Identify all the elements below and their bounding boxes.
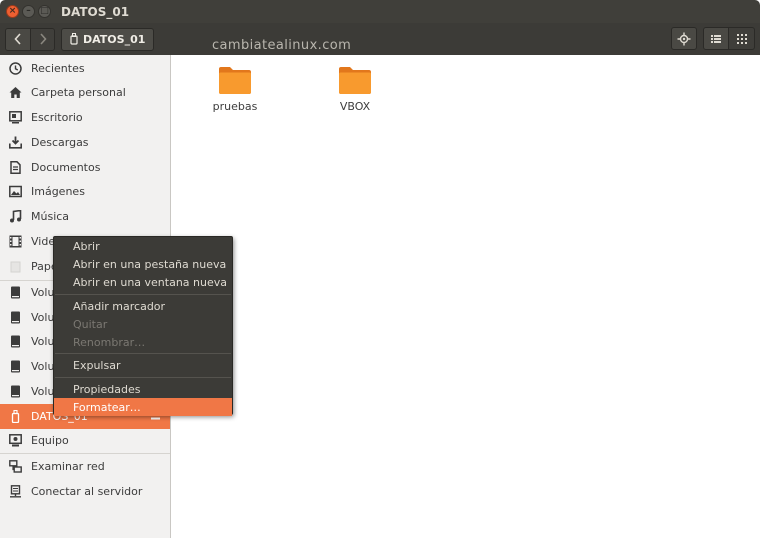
download-icon — [8, 136, 22, 150]
sidebar-item-label: Descargas — [31, 136, 89, 149]
sidebar-item-musica[interactable]: Música — [0, 204, 170, 229]
clock-icon — [8, 62, 22, 76]
sidebar-item-label: Carpeta personal — [31, 86, 126, 99]
drive-icon — [8, 360, 22, 374]
home-icon — [8, 86, 22, 100]
close-window-button[interactable]: × — [6, 5, 19, 18]
folder-item[interactable]: pruebas — [200, 66, 270, 113]
menu-item-abrir-pestana[interactable]: Abrir en una pestaña nueva — [54, 255, 232, 273]
server-icon — [8, 485, 22, 499]
menu-item-renombrar: Renombrar… — [54, 333, 232, 351]
menu-item-label: Abrir — [73, 239, 100, 253]
forward-button[interactable] — [30, 28, 54, 50]
title-bar: × – □ DATOS_01 — [0, 0, 760, 23]
computer-icon — [8, 434, 22, 448]
sidebar-item-documentos[interactable]: Documentos — [0, 155, 170, 180]
menu-separator — [55, 377, 231, 378]
trash-icon — [8, 260, 22, 274]
nav-buttons — [5, 27, 55, 51]
sidebar-item-label: Imágenes — [31, 185, 85, 198]
toolbar: DATOS_01 cambiatealinux.com — [0, 23, 760, 55]
grid-view-button[interactable] — [729, 27, 755, 50]
music-icon — [8, 210, 22, 224]
menu-item-label: Formatear… — [73, 400, 141, 414]
list-icon — [711, 34, 721, 43]
menu-item-label: Expulsar — [73, 358, 121, 372]
document-icon — [8, 161, 22, 175]
sidebar-item-escritorio[interactable]: Escritorio — [0, 105, 170, 130]
sidebar-item-label: Escritorio — [31, 111, 83, 124]
video-icon — [8, 235, 22, 249]
sidebar-item-label: Examinar red — [31, 460, 105, 473]
chevron-right-icon — [39, 33, 47, 45]
sidebar-item-imagenes[interactable]: Imágenes — [0, 179, 170, 204]
menu-item-label: Quitar — [73, 317, 108, 331]
menu-item-expulsar[interactable]: Expulsar — [54, 356, 232, 374]
menu-item-label: Añadir marcador — [73, 299, 166, 313]
drive-icon — [8, 286, 22, 300]
menu-item-abrir[interactable]: Abrir — [54, 237, 232, 255]
maximize-window-button[interactable]: □ — [38, 5, 51, 18]
locate-icon — [677, 32, 691, 45]
drive-icon — [8, 311, 22, 325]
sidebar-item-label: Volu — [31, 360, 55, 373]
sidebar-item-label: Volu — [31, 385, 55, 398]
menu-item-propiedades[interactable]: Propiedades — [54, 380, 232, 398]
desktop-icon — [8, 111, 22, 125]
file-view: pruebas VBOX — [171, 55, 760, 538]
folder-icon — [219, 67, 251, 94]
minimize-window-button[interactable]: – — [22, 5, 35, 18]
sidebar-item-equipo[interactable]: Equipo — [0, 428, 170, 453]
folder-icon — [339, 67, 371, 94]
drive-icon — [8, 385, 22, 399]
network-icon — [8, 460, 22, 474]
path-button[interactable]: DATOS_01 — [61, 27, 155, 51]
menu-item-label: Renombrar… — [73, 335, 146, 349]
sidebar-item-label: Volu — [31, 335, 55, 348]
path-label: DATOS_01 — [83, 32, 146, 46]
sidebar-item-recientes[interactable]: Recientes — [0, 56, 170, 81]
back-button[interactable] — [6, 28, 30, 50]
toolbar-right-group — [671, 27, 755, 50]
sidebar-item-label: Documentos — [31, 161, 101, 174]
folder-name: VBOX — [339, 100, 371, 113]
menu-item-label: Abrir en una ventana nueva — [73, 275, 227, 289]
sidebar-item-carpeta-personal[interactable]: Carpeta personal — [0, 80, 170, 105]
usb-icon — [70, 33, 78, 45]
drive-icon — [8, 335, 22, 349]
folder-name: pruebas — [212, 100, 258, 113]
usb-icon — [8, 410, 22, 424]
sidebar-item-conectar-al-servidor[interactable]: Conectar al servidor — [0, 479, 170, 504]
sidebar-item-examinar-red[interactable]: Examinar red — [0, 454, 170, 479]
sidebar-item-label: Vide — [31, 235, 56, 248]
image-icon — [8, 185, 22, 199]
menu-item-label: Abrir en una pestaña nueva — [73, 257, 227, 271]
menu-item-anadir-marcador[interactable]: Añadir marcador — [54, 297, 232, 315]
menu-separator — [55, 353, 231, 354]
sidebar-item-label: Equipo — [31, 434, 69, 447]
sidebar-item-label: Música — [31, 210, 70, 223]
menu-separator — [55, 294, 231, 295]
location-button[interactable] — [671, 27, 697, 50]
sidebar-item-label: Recientes — [31, 62, 85, 75]
menu-item-formatear[interactable]: Formatear… — [54, 398, 232, 416]
sidebar-item-label: Conectar al servidor — [31, 485, 143, 498]
sidebar-item-descargas[interactable]: Descargas — [0, 130, 170, 155]
folder-item[interactable]: VBOX — [320, 66, 390, 113]
watermark: cambiatealinux.com — [212, 38, 352, 53]
menu-item-quitar: Quitar — [54, 315, 232, 333]
context-menu: Abrir Abrir en una pestaña nueva Abrir e… — [53, 236, 233, 416]
grid-icon — [736, 33, 747, 44]
window-title: DATOS_01 — [61, 4, 130, 19]
chevron-left-icon — [14, 33, 21, 45]
menu-item-label: Propiedades — [73, 382, 141, 396]
sidebar-item-label: Volu — [31, 286, 55, 299]
menu-item-abrir-ventana[interactable]: Abrir en una ventana nueva — [54, 273, 232, 291]
sidebar-item-label: Volu — [31, 311, 55, 324]
list-view-button[interactable] — [703, 27, 729, 50]
